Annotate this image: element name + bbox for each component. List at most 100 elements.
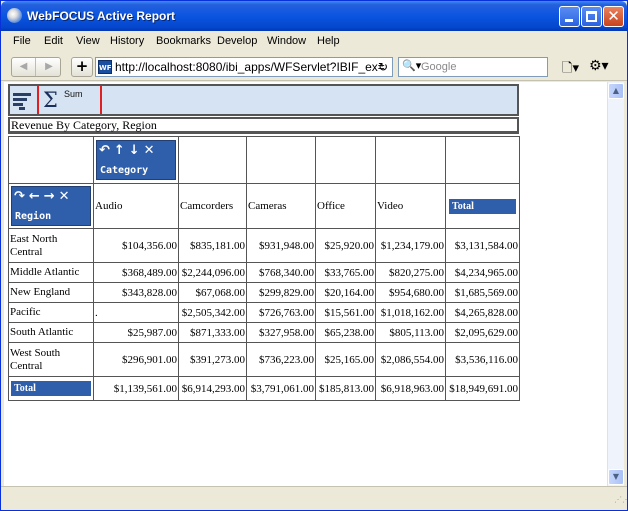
data-cell[interactable]: $871,333.00 <box>178 322 247 343</box>
table-row[interactable]: West South Central $296,901.00 $391,273.… <box>8 342 520 377</box>
data-cell[interactable]: $104,356.00 <box>93 228 179 263</box>
settings-gear-icon[interactable]: ⚙▾ <box>589 58 609 74</box>
pivot-table: ↶↑↓✕ Category ↷←→✕ Region Audio Camcorde… <box>8 136 520 401</box>
total-cell[interactable]: $6,918,963.00 <box>375 376 446 401</box>
sum-label[interactable]: Sum <box>64 89 83 99</box>
data-cell[interactable]: $65,238.00 <box>315 322 376 343</box>
scroll-down-arrow-icon[interactable]: ▼ <box>608 469 624 485</box>
search-field[interactable]: 🔍▾ Google <box>398 57 548 77</box>
close-button[interactable]: ✕ <box>603 6 624 27</box>
data-cell[interactable]: $33,765.00 <box>315 262 376 283</box>
add-bookmark-button[interactable]: + <box>71 57 93 77</box>
grand-total-cell[interactable]: $18,949,691.00 <box>445 376 520 401</box>
scroll-up-arrow-icon[interactable]: ▲ <box>608 83 624 99</box>
menu-view[interactable]: View <box>76 35 100 47</box>
toolbar-separator <box>100 86 102 114</box>
data-cell[interactable]: $2,505,342.00 <box>178 302 247 323</box>
search-icon[interactable]: 🔍▾ <box>402 59 421 72</box>
data-cell[interactable]: $15,561.00 <box>315 302 376 323</box>
data-cell[interactable]: $299,829.00 <box>246 282 316 303</box>
data-cell[interactable]: $820,275.00 <box>375 262 446 283</box>
column-header[interactable]: Camcorders <box>178 183 247 229</box>
data-cell[interactable]: $25,920.00 <box>315 228 376 263</box>
menu-history[interactable]: History <box>110 35 144 47</box>
column-header[interactable]: Audio <box>93 183 179 229</box>
maximize-button[interactable] <box>581 6 602 27</box>
empty-header-cell <box>246 136 316 184</box>
data-cell[interactable]: $1,018,162.00 <box>375 302 446 323</box>
data-cell[interactable]: $327,958.00 <box>246 322 316 343</box>
vertical-scrollbar[interactable]: ▲ ▼ <box>607 82 624 486</box>
data-cell[interactable]: $1,234,179.00 <box>375 228 446 263</box>
data-cell[interactable]: . <box>93 302 179 323</box>
total-column-header[interactable]: Total <box>445 183 520 229</box>
pivot-action-icons[interactable]: ↷←→✕ <box>14 189 74 204</box>
data-cell[interactable]: $805,113.00 <box>375 322 446 343</box>
table-row[interactable]: South Atlantic $25,987.00 $871,333.00 $3… <box>8 322 520 343</box>
data-cell[interactable]: $2,086,554.00 <box>375 342 446 377</box>
data-cell[interactable]: $391,273.00 <box>178 342 247 377</box>
total-row-label-cell[interactable]: Total <box>8 376 94 401</box>
data-cell[interactable]: $931,948.00 <box>246 228 316 263</box>
column-header[interactable]: Cameras <box>246 183 316 229</box>
url-text[interactable]: http://localhost:8080/ibi_apps/WFServlet… <box>115 60 385 74</box>
data-cell[interactable]: $2,244,096.00 <box>178 262 247 283</box>
column-header[interactable]: Video <box>375 183 446 229</box>
table-row[interactable]: Pacific . $2,505,342.00 $726,763.00 $15,… <box>8 302 520 323</box>
row-label[interactable]: Middle Atlantic <box>8 262 94 283</box>
row-total-cell[interactable]: $4,265,828.00 <box>445 302 520 323</box>
data-cell[interactable]: $343,828.00 <box>93 282 179 303</box>
region-control[interactable]: ↷←→✕ Region <box>11 186 91 226</box>
column-header[interactable]: Office <box>315 183 376 229</box>
data-cell[interactable]: $20,164.00 <box>315 282 376 303</box>
data-cell[interactable]: $25,165.00 <box>315 342 376 377</box>
resize-grip-icon[interactable]: ⋰⋰ <box>614 496 628 507</box>
total-cell[interactable]: $6,914,293.00 <box>178 376 247 401</box>
data-cell[interactable]: $67,068.00 <box>178 282 247 303</box>
total-cell[interactable]: $1,139,561.00 <box>93 376 179 401</box>
sum-icon[interactable]: Σ <box>43 86 58 114</box>
row-label[interactable]: South Atlantic <box>8 322 94 343</box>
reload-icon[interactable]: ↻ <box>378 58 388 76</box>
row-total-cell[interactable]: $3,536,116.00 <box>445 342 520 377</box>
title-bar[interactable]: WebFOCUS Active Report ✕ <box>1 1 627 31</box>
menu-file[interactable]: File <box>13 35 31 47</box>
row-label[interactable]: East North Central <box>8 228 94 263</box>
menu-bar: File Edit View History Bookmarks Develop… <box>1 31 627 53</box>
total-cell[interactable]: $3,791,061.00 <box>246 376 316 401</box>
row-label[interactable]: New England <box>8 282 94 303</box>
back-button[interactable]: ◀ <box>12 58 36 76</box>
back-forward-group: ◀ ▶ <box>11 57 61 77</box>
total-row[interactable]: Total $1,139,561.00 $6,914,293.00 $3,791… <box>8 376 520 401</box>
menu-bookmarks[interactable]: Bookmarks <box>156 35 211 47</box>
row-label[interactable]: Pacific <box>8 302 94 323</box>
data-cell[interactable]: $296,901.00 <box>93 342 179 377</box>
data-cell[interactable]: $736,223.00 <box>246 342 316 377</box>
table-row[interactable]: New England $343,828.00 $67,068.00 $299,… <box>8 282 520 303</box>
sort-menu-icon[interactable] <box>13 91 31 110</box>
forward-button[interactable]: ▶ <box>37 58 61 76</box>
data-cell[interactable]: $954,680.00 <box>375 282 446 303</box>
row-total-cell[interactable]: $1,685,569.00 <box>445 282 520 303</box>
page-menu-icon[interactable]: 🗋▾ <box>562 59 579 81</box>
menu-develop[interactable]: Develop <box>217 35 257 47</box>
menu-window[interactable]: Window <box>267 35 306 47</box>
menu-edit[interactable]: Edit <box>44 35 63 47</box>
menu-help[interactable]: Help <box>317 35 340 47</box>
data-cell[interactable]: $835,181.00 <box>178 228 247 263</box>
data-cell[interactable]: $25,987.00 <box>93 322 179 343</box>
row-label[interactable]: West South Central <box>8 342 94 377</box>
data-cell[interactable]: $368,489.00 <box>93 262 179 283</box>
data-cell[interactable]: $768,340.00 <box>246 262 316 283</box>
table-row[interactable]: East North Central $104,356.00 $835,181.… <box>8 228 520 263</box>
row-total-cell[interactable]: $4,234,965.00 <box>445 262 520 283</box>
pivot-action-icons[interactable]: ↶↑↓✕ <box>99 143 159 158</box>
minimize-button[interactable] <box>559 6 580 27</box>
category-control[interactable]: ↶↑↓✕ Category <box>96 140 176 180</box>
address-bar[interactable]: WF http://localhost:8080/ibi_apps/WFServ… <box>95 57 393 77</box>
data-cell[interactable]: $726,763.00 <box>246 302 316 323</box>
row-total-cell[interactable]: $3,131,584.00 <box>445 228 520 263</box>
row-total-cell[interactable]: $2,095,629.00 <box>445 322 520 343</box>
total-cell[interactable]: $185,813.00 <box>315 376 376 401</box>
table-row[interactable]: Middle Atlantic $368,489.00 $2,244,096.0… <box>8 262 520 283</box>
